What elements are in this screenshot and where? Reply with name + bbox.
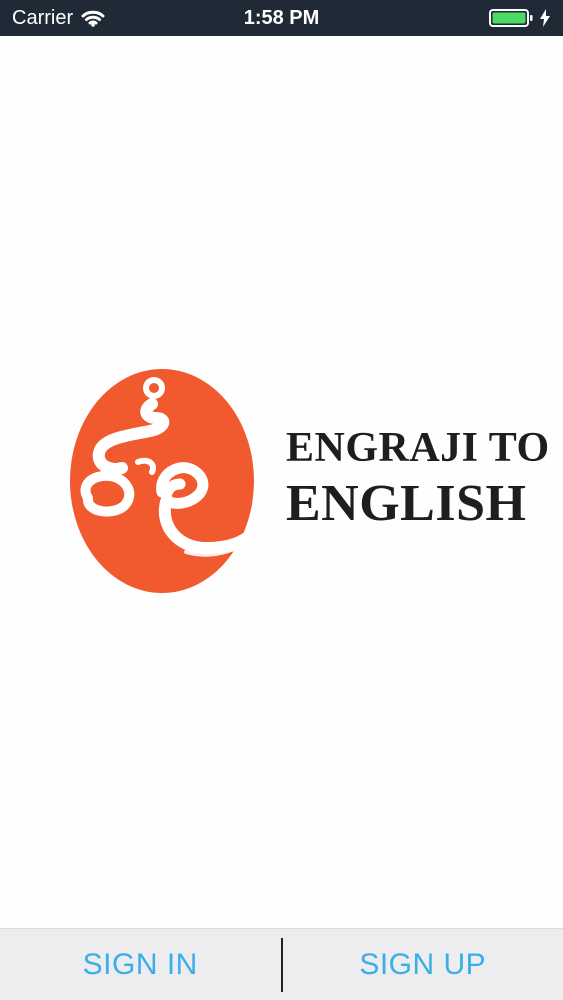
brand-text: ENGRAJI TO ENGLISH — [286, 425, 550, 534]
charging-bolt-icon — [539, 9, 551, 27]
status-left: Carrier — [12, 7, 192, 30]
main-content: ENGRAJI TO ENGLISH — [0, 36, 563, 928]
carrier-label: Carrier — [12, 6, 74, 29]
wifi-icon — [81, 9, 105, 27]
brand-line1: ENGRAJI TO — [286, 425, 550, 471]
battery-icon — [489, 8, 533, 28]
status-time: 1:58 PM — [243, 6, 320, 29]
bottom-bar: SIGN IN SIGN UP — [0, 928, 563, 1000]
sign-up-button[interactable]: SIGN UP — [283, 929, 563, 1000]
brand-line2: ENGLISH — [286, 475, 527, 532]
engraji-logo-icon — [66, 366, 258, 596]
status-right — [371, 8, 551, 28]
sign-in-button[interactable]: SIGN IN — [0, 929, 281, 1000]
status-bar: Carrier 1:58 PM — [0, 0, 563, 36]
